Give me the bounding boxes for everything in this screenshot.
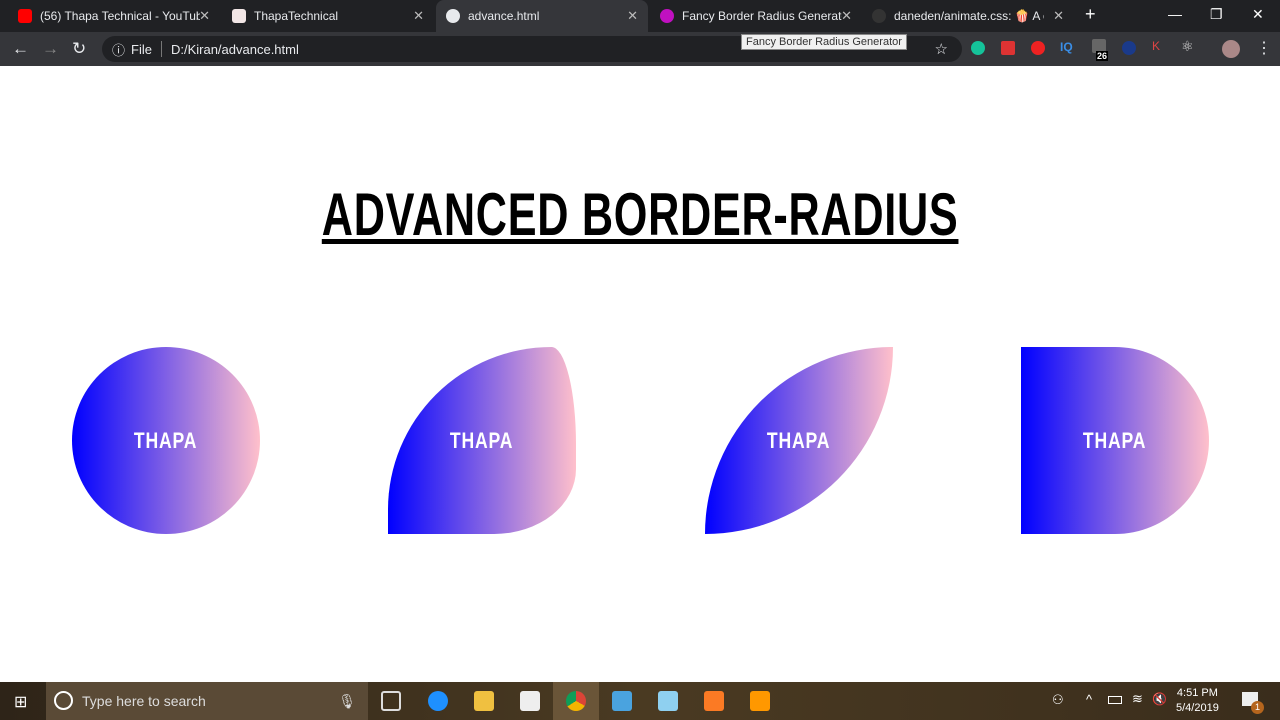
wifi-icon[interactable]: ≋ [1132, 691, 1143, 707]
cortana-icon [54, 691, 73, 710]
grammarly-icon[interactable] [971, 41, 985, 55]
bookmark-star-icon[interactable]: ☆ [935, 40, 948, 58]
close-tab-icon[interactable]: ✕ [841, 8, 852, 24]
restore-button[interactable]: ❐ [1210, 6, 1223, 23]
github-icon [872, 9, 886, 23]
tab-label: daneden/animate.css: 🍿 A cross-browser l… [894, 9, 1044, 23]
task-view-icon[interactable] [381, 691, 401, 711]
laptop-app-icon[interactable] [612, 691, 632, 711]
tab-strip: (56) Thapa Technical - YouTube ✕ ThapaTec… [0, 0, 1280, 32]
search-placeholder: Type here to search [82, 693, 206, 709]
info-icon[interactable]: ⓘ [112, 40, 125, 59]
close-tab-icon[interactable]: ✕ [1053, 8, 1064, 24]
windows-taskbar: ⊞ Type here to search 🎙 ⚇ ^ ≋ 🔇 4:51 PM 5… [0, 682, 1280, 720]
close-tab-icon[interactable]: ✕ [199, 8, 210, 24]
tab-animate-css[interactable]: daneden/animate.css: 🍿 A cross-browser l… [862, 0, 1074, 32]
globe-icon [446, 9, 460, 23]
menu-kebab-icon[interactable]: ⋮ [1256, 38, 1272, 58]
close-tab-icon[interactable]: ✕ [413, 8, 424, 24]
chrome-icon[interactable] [566, 691, 586, 711]
notes-app-icon[interactable] [658, 691, 678, 711]
taskbar-search[interactable]: Type here to search 🎙 [46, 682, 368, 720]
tab-thapatechnical[interactable]: ThapaTechnical ✕ [222, 0, 434, 32]
react-devtools-icon[interactable]: ⚛ [1181, 38, 1195, 54]
chevron-up-icon[interactable]: ^ [1086, 692, 1092, 707]
blob-shape: THAPA [388, 347, 576, 534]
iq-extension-icon[interactable]: IQ [1060, 40, 1074, 54]
new-tab-button[interactable]: + [1085, 4, 1096, 25]
xampp-icon[interactable] [704, 691, 724, 711]
url-text[interactable]: D:/Kiran/advance.html [171, 42, 299, 57]
shape-label: THAPA [450, 427, 514, 453]
shape-label: THAPA [767, 427, 831, 453]
battery-icon[interactable] [1108, 696, 1122, 704]
tab-label: ThapaTechnical [254, 9, 339, 23]
tab-label: advance.html [468, 9, 540, 23]
forward-button[interactable]: → [42, 39, 59, 59]
store-icon[interactable] [520, 691, 540, 711]
tab-fancy-border[interactable]: Fancy Border Radius Generator ✕ [650, 0, 862, 32]
shape-label: THAPA [1083, 427, 1147, 453]
blob-icon [660, 9, 674, 23]
extension-book-icon[interactable] [1001, 41, 1015, 55]
sublime-text-icon[interactable] [750, 691, 770, 711]
tab-advance[interactable]: advance.html ✕ [436, 0, 648, 32]
notification-badge: 1 [1251, 701, 1264, 714]
back-button[interactable]: ← [12, 39, 29, 59]
tab-youtube[interactable]: (56) Thapa Technical - YouTube ✕ [8, 0, 220, 32]
extension-k-icon[interactable]: K [1152, 39, 1166, 53]
shape-label: THAPA [134, 427, 198, 453]
leaf-shape: THAPA [705, 347, 893, 534]
close-tab-icon[interactable]: ✕ [627, 8, 638, 24]
site-favicon-icon [232, 9, 246, 23]
tab-label: (56) Thapa Technical - YouTube [40, 9, 200, 23]
browser-toolbar: ← → ↻ ⓘ File D:/Kiran/advance.html ☆ IQ … [0, 32, 1280, 66]
people-icon[interactable]: ⚇ [1052, 692, 1064, 708]
extension-w-icon[interactable] [1122, 41, 1136, 55]
half-round-shape: THAPA [1021, 347, 1209, 534]
avatar[interactable] [1222, 40, 1240, 58]
file-explorer-icon[interactable] [474, 691, 494, 711]
youtube-icon [18, 9, 32, 23]
microphone-icon[interactable]: 🎙 [338, 693, 356, 710]
system-clock[interactable]: 4:51 PM 5/4/2019 [1176, 686, 1219, 716]
tab-tooltip: Fancy Border Radius Generator [741, 34, 907, 50]
tab-label: Fancy Border Radius Generator [682, 9, 842, 23]
circle-shape: THAPA [72, 347, 260, 534]
page-title: ADVANCED BORDER-RADIUS [321, 181, 959, 248]
windows-start-icon[interactable]: ⊞ [14, 692, 27, 712]
edge-icon[interactable] [428, 691, 448, 711]
adblock-icon[interactable] [1031, 41, 1045, 55]
volume-muted-icon[interactable]: 🔇 [1152, 692, 1167, 706]
extension-badge: 26 [1096, 51, 1109, 61]
minimize-button[interactable]: — [1168, 6, 1182, 22]
close-window-button[interactable]: ✕ [1252, 6, 1264, 23]
scheme-label: File [131, 41, 152, 57]
reload-button[interactable]: ↻ [72, 39, 86, 59]
